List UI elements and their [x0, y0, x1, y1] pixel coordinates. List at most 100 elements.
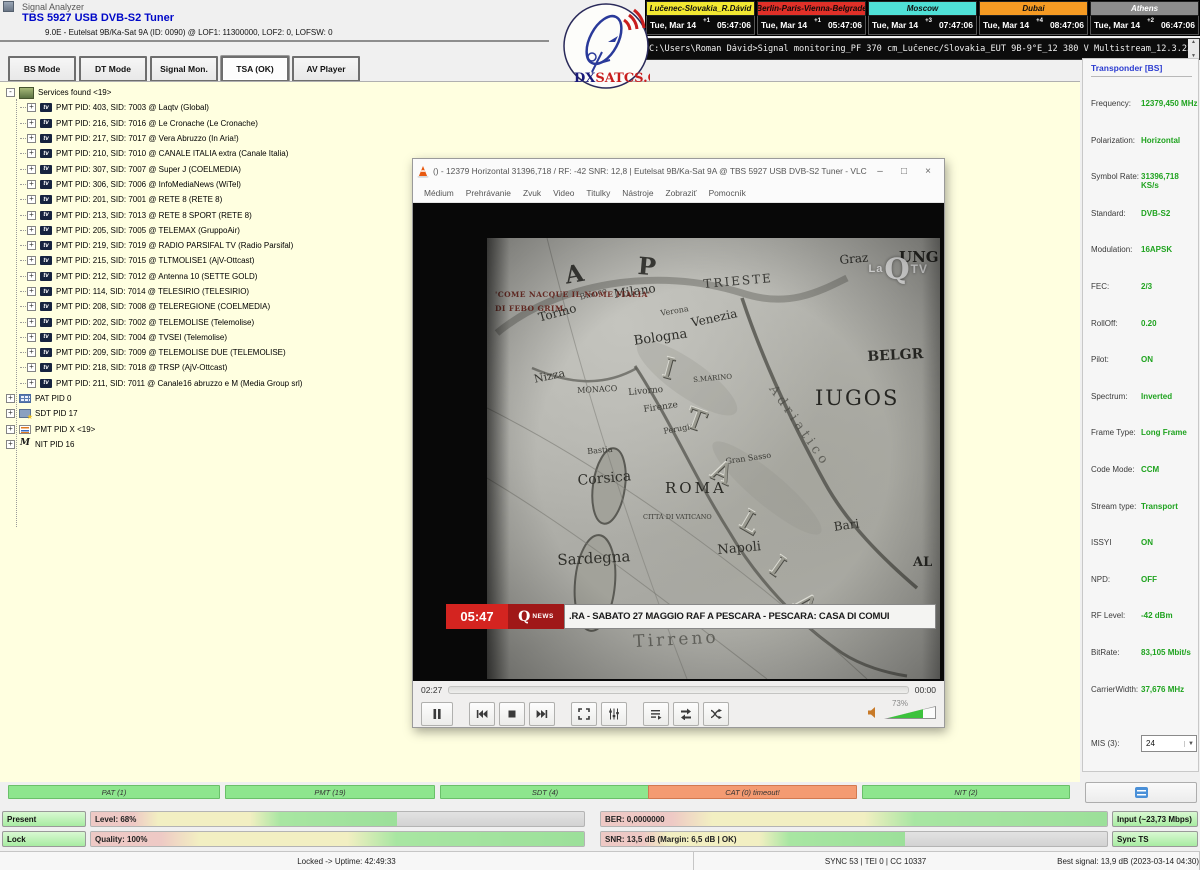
console-scrollbar[interactable]: ▲ ▼ — [1188, 39, 1199, 59]
map-label: Tirreno — [633, 630, 719, 651]
vlc-menu-item[interactable]: Nástroje — [617, 186, 658, 200]
mode-tab[interactable]: DT Mode — [79, 56, 147, 82]
expand-icon[interactable]: + — [27, 180, 36, 189]
playlist-button[interactable] — [643, 702, 669, 726]
service-tree-item[interactable]: + tv PMT PID: 216, SID: 7016 @ Le Cronac… — [20, 116, 302, 131]
clock-city-label: Dubai — [979, 1, 1088, 16]
expand-icon[interactable]: + — [27, 363, 36, 372]
expand-icon[interactable]: + — [6, 409, 15, 418]
mode-tab[interactable]: BS Mode — [8, 56, 76, 82]
service-tree-item[interactable]: + tv PMT PID: 215, SID: 7015 @ TLTMOLISE… — [20, 253, 302, 268]
expand-icon[interactable]: + — [27, 195, 36, 204]
service-tree-item[interactable]: + tv PMT PID: 219, SID: 7019 @ RADIO PAR… — [20, 238, 302, 253]
vlc-menu-item[interactable]: Prehrávanie — [461, 186, 516, 200]
service-tree-item[interactable]: + tv PMT PID: 205, SID: 7005 @ TELEMAX (… — [20, 223, 302, 238]
service-tree-item[interactable]: + tv PMT PID: 217, SID: 7017 @ Vera Abru… — [20, 131, 302, 146]
expand-icon[interactable]: + — [27, 211, 36, 220]
vlc-video-area[interactable]: APGrazUNGBiancoMilanoTRIESTEVeronaVenezi… — [413, 203, 944, 681]
service-tree-item[interactable]: + tv PMT PID: 212, SID: 7012 @ Antenna 1… — [20, 269, 302, 284]
expand-icon[interactable]: + — [27, 256, 36, 265]
expand-icon[interactable]: + — [27, 318, 36, 327]
expand-icon[interactable]: + — [6, 394, 15, 403]
psi-tree-item[interactable]: + NIT PID 16 — [6, 437, 302, 452]
expand-icon[interactable]: + — [27, 134, 36, 143]
vlc-titlebar[interactable]: () - 12379 Horizontal 31396,718 / RF: -4… — [413, 159, 944, 183]
psi-tree-item[interactable]: + PMT PID X <19> — [6, 422, 302, 437]
psi-tree-item[interactable]: + SDT PID 17 — [6, 406, 302, 421]
tree-root-services[interactable]: - Services found <19> — [6, 85, 302, 100]
vlc-menu-item[interactable]: Pomocník — [704, 186, 751, 200]
psi-table-icon — [19, 440, 31, 449]
mode-tab[interactable]: TSA (OK) — [221, 56, 289, 82]
map-label: Graz — [839, 251, 869, 265]
expand-icon[interactable]: + — [27, 241, 36, 250]
expand-icon[interactable]: + — [6, 425, 15, 434]
transponder-row: Code Mode: CCM — [1083, 465, 1198, 502]
maximize-button[interactable]: □ — [892, 162, 916, 180]
mode-tab[interactable]: Signal Mon. — [150, 56, 218, 82]
service-tree-item[interactable]: + tv PMT PID: 201, SID: 7001 @ RETE 8 (R… — [20, 192, 302, 207]
pause-button[interactable] — [421, 702, 453, 726]
ts-table-button[interactable] — [1085, 782, 1197, 803]
tree-branch-line — [20, 169, 26, 170]
service-tree-item[interactable]: + tv PMT PID: 210, SID: 7010 @ CANALE IT… — [20, 146, 302, 161]
expand-icon[interactable]: + — [27, 302, 36, 311]
fullscreen-button[interactable] — [571, 702, 597, 726]
scroll-up-icon[interactable]: ▲ — [1191, 39, 1196, 45]
minimize-button[interactable]: – — [868, 162, 892, 180]
service-tree-item[interactable]: + tv PMT PID: 209, SID: 7009 @ TELEMOLIS… — [20, 345, 302, 360]
command-prompt-window[interactable]: C:\Users\Roman Dávid>Signal monitoring_P… — [645, 38, 1200, 60]
adjustments-button[interactable] — [601, 702, 627, 726]
service-tree-item[interactable]: + tv PMT PID: 208, SID: 7008 @ TELEREGIO… — [20, 299, 302, 314]
expand-icon[interactable]: + — [27, 348, 36, 357]
vlc-menu-item[interactable]: Titulky — [581, 186, 615, 200]
service-label: PMT PID: 209, SID: 7009 @ TELEMOLISE DUE… — [56, 348, 286, 357]
transponder-param-value: Inverted — [1141, 392, 1172, 401]
service-tree-item[interactable]: + tv PMT PID: 307, SID: 7007 @ Super J (… — [20, 161, 302, 176]
transponder-param-label: FEC: — [1091, 282, 1141, 291]
transponder-info-panel: Transponder [BS] Frequency: 12379,450 MH… — [1082, 58, 1199, 772]
transponder-param-value: Long Frame — [1141, 428, 1187, 437]
service-label: PMT PID: 219, SID: 7019 @ RADIO PARSIFAL… — [56, 241, 293, 250]
collapse-icon[interactable]: - — [6, 88, 15, 97]
previous-button[interactable] — [469, 702, 495, 726]
next-button[interactable] — [529, 702, 555, 726]
expand-icon[interactable]: + — [27, 379, 36, 388]
expand-icon[interactable]: + — [27, 149, 36, 158]
expand-icon[interactable]: + — [27, 333, 36, 342]
service-tree-item[interactable]: + tv PMT PID: 114, SID: 7014 @ TELESIRIO… — [20, 284, 302, 299]
expand-icon[interactable]: + — [6, 440, 15, 449]
service-tree-item[interactable]: + tv PMT PID: 306, SID: 7006 @ InfoMedia… — [20, 177, 302, 192]
psi-tree-item[interactable]: + PAT PID 0 — [6, 391, 302, 406]
transponder-param-label: CarrierWidth: — [1091, 685, 1141, 694]
service-tree-item[interactable]: + tv PMT PID: 213, SID: 7013 @ RETE 8 SP… — [20, 207, 302, 222]
expand-icon[interactable]: + — [27, 287, 36, 296]
mis-dropdown[interactable]: 24 ▼ — [1141, 735, 1197, 752]
close-button[interactable]: × — [916, 162, 940, 180]
vlc-menu-item[interactable]: Video — [548, 186, 579, 200]
service-tree-item[interactable]: + tv PMT PID: 202, SID: 7002 @ TELEMOLIS… — [20, 314, 302, 329]
expand-icon[interactable]: + — [27, 103, 36, 112]
vlc-menu-item[interactable]: Zvuk — [518, 186, 546, 200]
service-tree-item[interactable]: + tv PMT PID: 218, SID: 7018 @ TRSP (AjV… — [20, 360, 302, 375]
service-tree-item[interactable]: + tv PMT PID: 403, SID: 7003 @ Laqtv (Gl… — [20, 100, 302, 115]
clock-city-label: Berlin-Paris-Vienna-Belgrade — [757, 1, 866, 16]
loop-button[interactable] — [673, 702, 699, 726]
stop-button[interactable] — [499, 702, 525, 726]
seek-slider[interactable] — [448, 686, 908, 694]
service-label: PMT PID: 212, SID: 7012 @ Antenna 10 (SE… — [56, 272, 257, 281]
vlc-menu-item[interactable]: Zobraziť — [660, 186, 701, 200]
expand-icon[interactable]: + — [27, 119, 36, 128]
service-tree-item[interactable]: + tv PMT PID: 211, SID: 7011 @ Canale16 … — [20, 376, 302, 391]
expand-icon[interactable]: + — [27, 165, 36, 174]
expand-icon[interactable]: + — [27, 226, 36, 235]
service-tree-item[interactable]: + tv PMT PID: 204, SID: 7004 @ TVSEI (Te… — [20, 330, 302, 345]
map-label: A — [563, 261, 586, 288]
volume-control[interactable]: 73% — [867, 706, 936, 721]
transponder-param-label: Modulation: — [1091, 245, 1141, 254]
mode-tab[interactable]: AV Player — [292, 56, 360, 82]
expand-icon[interactable]: + — [27, 272, 36, 281]
shuffle-button[interactable] — [703, 702, 729, 726]
vlc-menu-item[interactable]: Médium — [419, 186, 459, 200]
map-label: P — [637, 254, 657, 279]
